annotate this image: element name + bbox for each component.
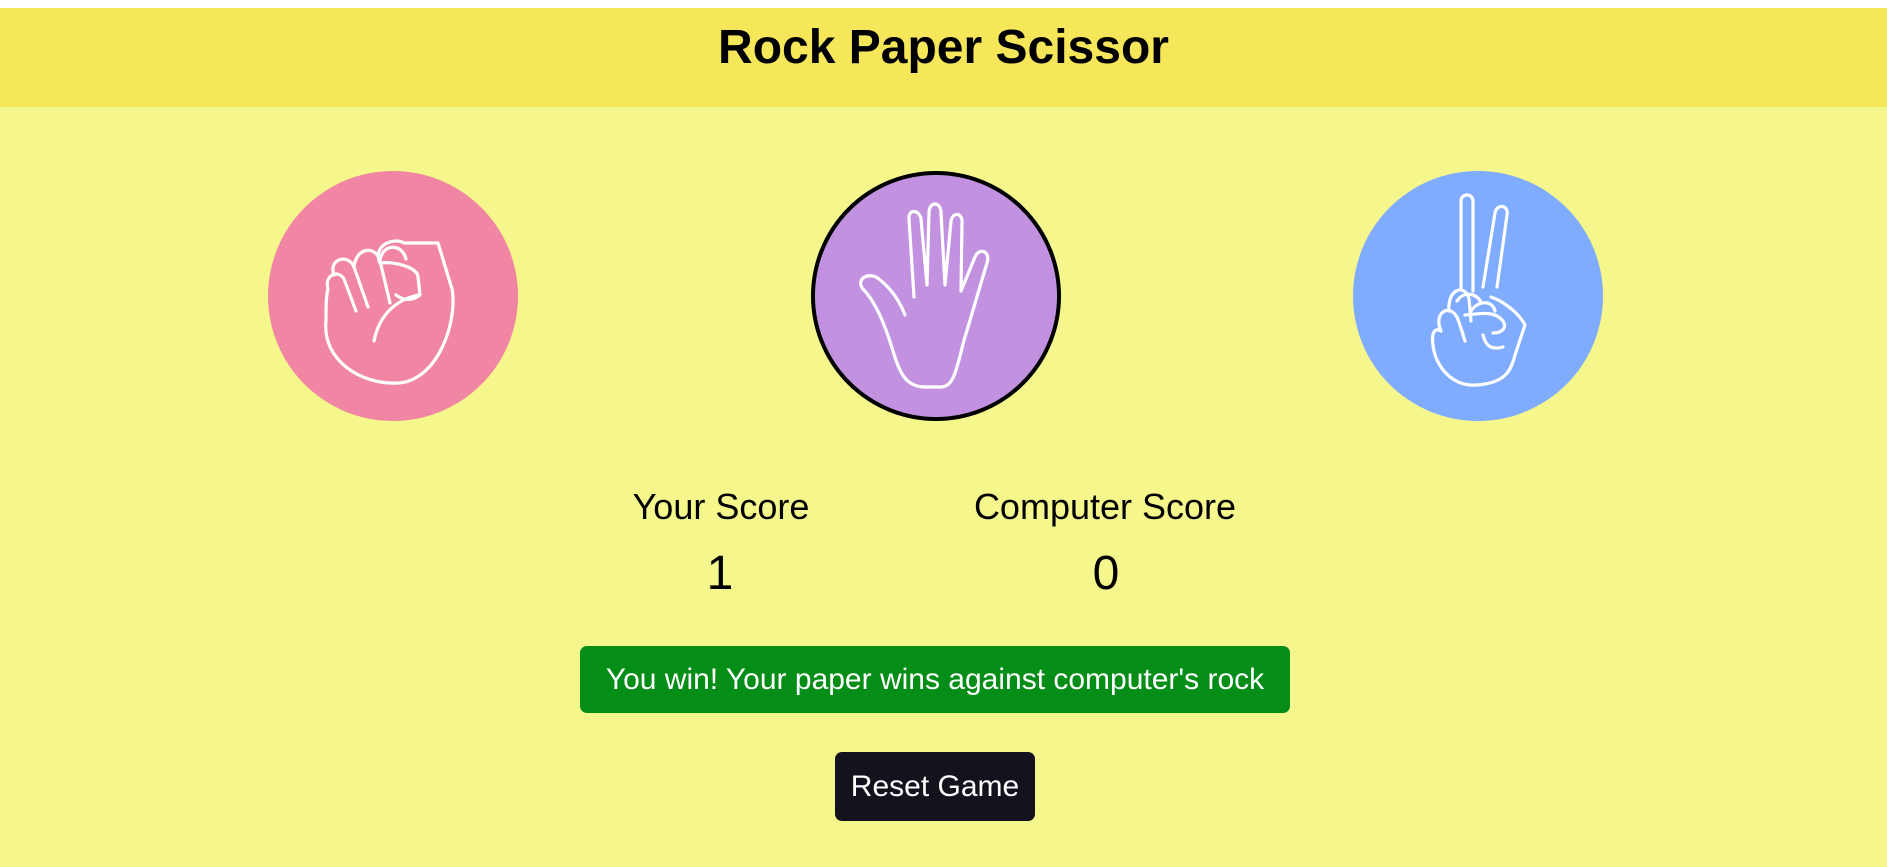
rock-choice-button[interactable] [268,171,518,421]
reset-game-button[interactable]: Reset Game [835,752,1035,821]
your-score-value: 1 [706,547,734,600]
computer-score-label: Computer Score [973,486,1237,527]
scissors-choice-button[interactable] [1353,171,1603,421]
paper-choice-button[interactable] [811,171,1061,421]
result-message: You win! Your paper wins against compute… [580,646,1290,713]
paper-hand-icon [859,202,990,389]
game-page: Rock Paper Scissor Your Score Computer S… [0,8,1887,867]
your-score-label: Your Score [632,486,810,527]
header-bar: Rock Paper Scissor [0,8,1887,107]
rock-fist-icon [324,239,455,385]
scissors-hand-icon [1430,193,1527,387]
computer-score-value: 0 [1092,547,1120,600]
page-title: Rock Paper Scissor [718,21,1169,74]
